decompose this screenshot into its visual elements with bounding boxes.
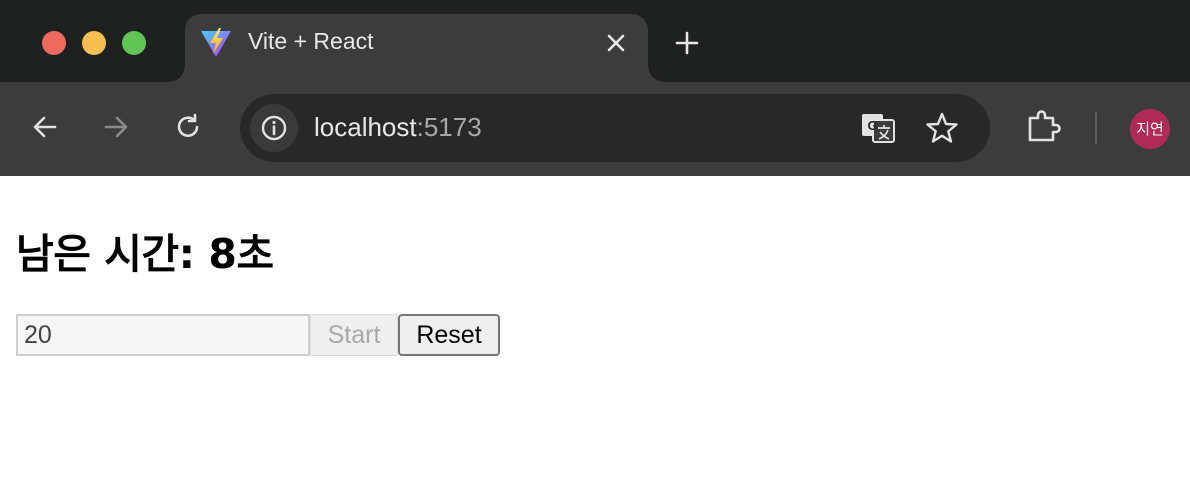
tab-strip: Vite + React bbox=[0, 0, 1190, 82]
site-info-button[interactable] bbox=[250, 104, 298, 152]
page-content: 남은 시간: 8초 Start Reset bbox=[0, 176, 1190, 500]
vite-logo-icon bbox=[201, 28, 231, 57]
close-icon[interactable] bbox=[603, 30, 629, 56]
bookmark-star-icon[interactable] bbox=[924, 110, 960, 146]
address-bar[interactable]: localhost:5173 G bbox=[240, 94, 990, 162]
translate-icon[interactable]: G bbox=[860, 110, 896, 146]
new-tab-icon[interactable] bbox=[672, 28, 702, 58]
tab-vite-react[interactable]: Vite + React bbox=[169, 14, 664, 82]
remaining-time-heading: 남은 시간: 8초 bbox=[16, 230, 274, 278]
toolbar-divider bbox=[1095, 112, 1097, 144]
extensions-puzzle-icon[interactable] bbox=[1024, 108, 1062, 146]
svg-text:G: G bbox=[867, 118, 877, 133]
forward-arrow-icon[interactable] bbox=[99, 110, 133, 144]
browser-chrome: Vite + React localhost:5173 G 지연 bbox=[0, 0, 1190, 176]
window-close-button[interactable] bbox=[42, 31, 66, 55]
back-arrow-icon[interactable] bbox=[28, 110, 62, 144]
browser-toolbar: localhost:5173 G 지연 bbox=[0, 82, 1190, 176]
url-port: :5173 bbox=[416, 112, 482, 142]
timer-controls: Start Reset bbox=[16, 314, 500, 356]
profile-avatar[interactable]: 지연 bbox=[1130, 109, 1170, 149]
seconds-input[interactable] bbox=[16, 314, 310, 356]
tab-title: Vite + React bbox=[248, 28, 374, 54]
reload-icon[interactable] bbox=[171, 110, 205, 144]
info-icon bbox=[261, 115, 287, 141]
window-minimize-button[interactable] bbox=[82, 31, 106, 55]
url-host: localhost bbox=[314, 112, 417, 142]
start-button[interactable]: Start bbox=[310, 314, 398, 356]
window-maximize-button[interactable] bbox=[122, 31, 146, 55]
reset-button[interactable]: Reset bbox=[398, 314, 500, 356]
url-text: localhost:5173 bbox=[314, 112, 482, 143]
